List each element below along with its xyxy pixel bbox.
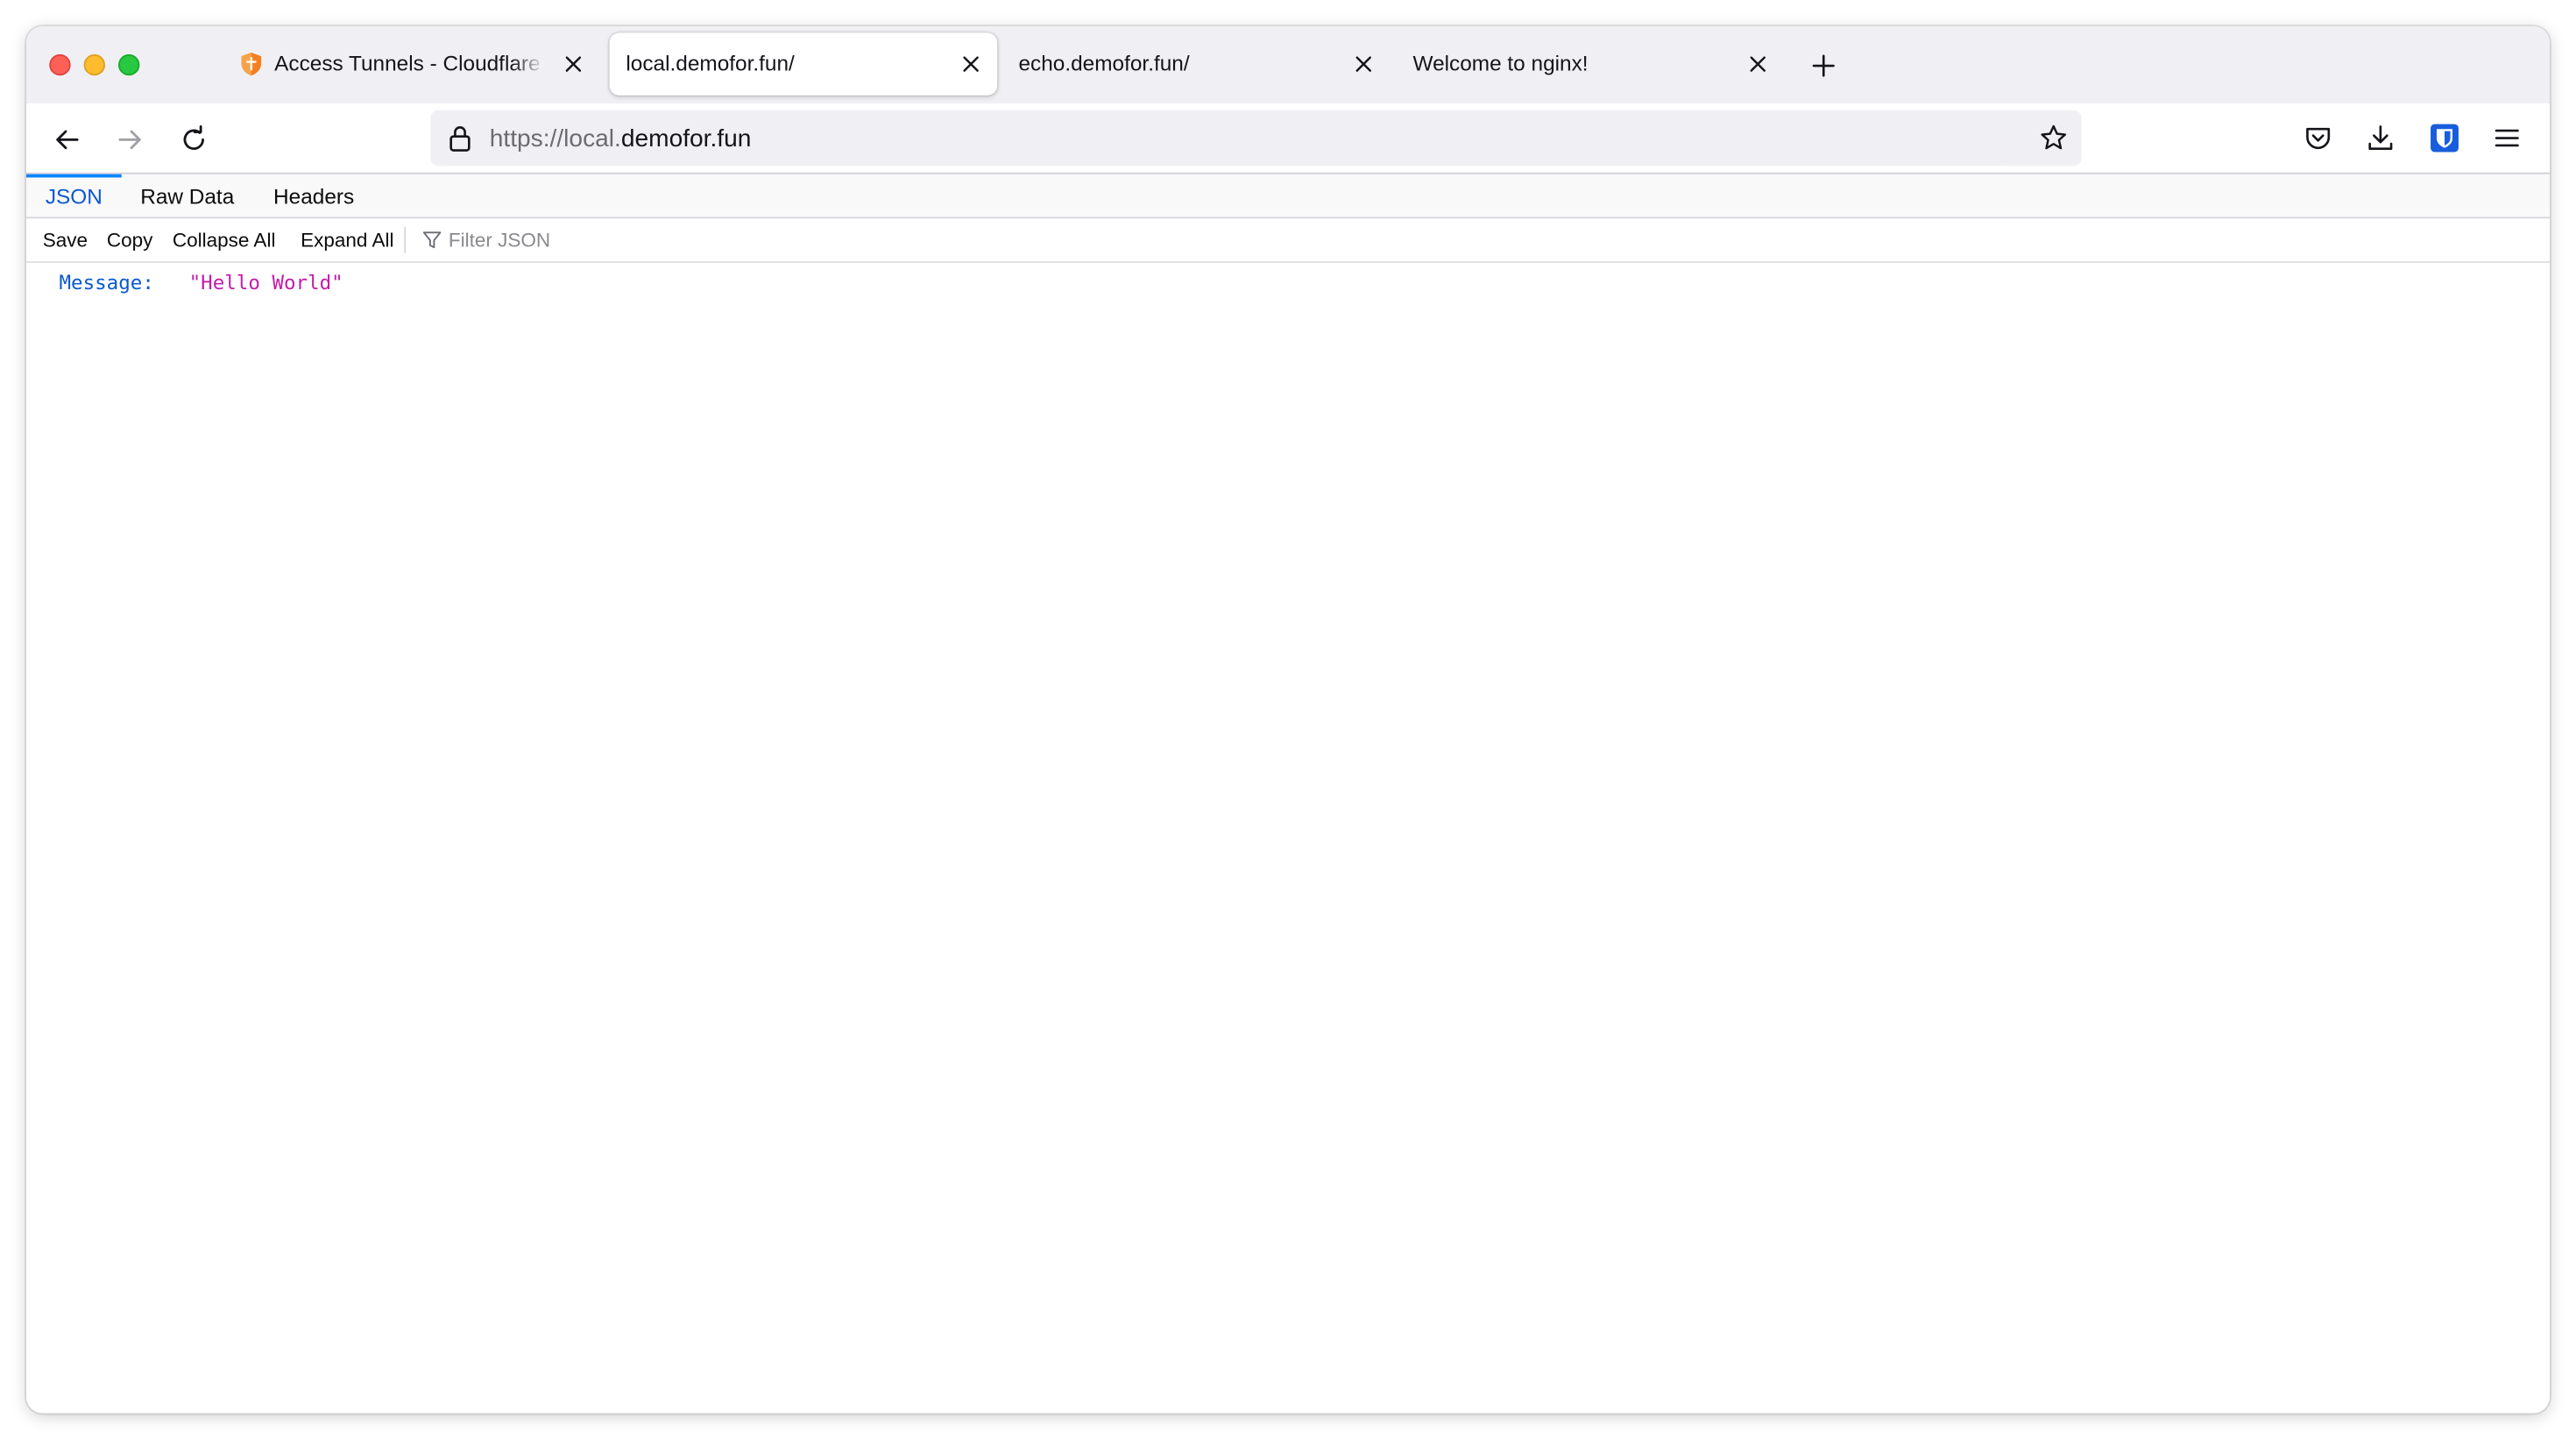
expand-all-button[interactable]: Expand All xyxy=(301,218,393,261)
tab-title: local.demofor.fun/ xyxy=(626,51,795,76)
browser-window: Access Tunnels - Cloudflare Zero Trust l… xyxy=(26,26,2550,1414)
zoom-window-button[interactable] xyxy=(118,53,140,76)
url-subdomain: local. xyxy=(563,124,621,153)
tab-echo-demofor[interactable]: echo.demofor.fun/ xyxy=(1002,33,1391,96)
json-key: Message: xyxy=(59,271,154,294)
tab-strip: Access Tunnels - Cloudflare Zero Trust l… xyxy=(26,26,2550,104)
tab-title: Access Tunnels - Cloudflare Zero Trust xyxy=(274,51,544,76)
back-arrow-icon[interactable] xyxy=(53,125,82,155)
navigation-toolbar: https://local.demofor.fun xyxy=(26,103,2550,174)
json-string-value: "Hello World" xyxy=(188,271,343,294)
close-tab-icon[interactable] xyxy=(1354,54,1374,74)
tab-title: Welcome to nginx! xyxy=(1412,51,1589,76)
url-scheme: https:// xyxy=(489,124,564,153)
hamburger-menu-icon[interactable] xyxy=(2492,124,2522,153)
filter-json-input[interactable] xyxy=(445,223,938,257)
bitwarden-icon[interactable] xyxy=(2430,124,2459,153)
close-tab-icon[interactable] xyxy=(563,54,584,74)
tab-local-demofor[interactable]: local.demofor.fun/ xyxy=(609,32,998,96)
bookmark-star-icon[interactable] xyxy=(2039,124,2069,153)
lock-icon[interactable] xyxy=(447,124,473,153)
collapse-all-button[interactable]: Collapse All xyxy=(173,218,276,261)
tab-headers[interactable]: Headers xyxy=(263,174,364,219)
close-tab-icon[interactable] xyxy=(1748,54,1768,74)
json-viewer-tabs: JSON Raw Data Headers xyxy=(26,174,2550,219)
json-row[interactable]: Message: "Hello World" xyxy=(26,266,683,296)
json-tree: Message: "Hello World" xyxy=(26,263,2550,1414)
save-button[interactable]: Save xyxy=(43,218,88,261)
close-window-button[interactable] xyxy=(49,53,71,76)
filter-funnel-icon xyxy=(422,231,442,249)
tab-access-tunnels[interactable]: Access Tunnels - Cloudflare Zero Trust xyxy=(212,33,600,96)
pocket-icon[interactable] xyxy=(2304,124,2333,153)
url-text[interactable]: https://local.demofor.fun xyxy=(490,125,752,153)
tab-raw-data[interactable]: Raw Data xyxy=(131,174,244,219)
download-icon[interactable] xyxy=(2366,124,2396,153)
address-bar[interactable]: https://local.demofor.fun xyxy=(430,110,2082,167)
toolbar-separator xyxy=(404,226,407,253)
json-viewer-toolbar: Save Copy Collapse All Expand All xyxy=(26,218,2550,263)
url-domain: demofor.fun xyxy=(620,124,752,153)
reload-icon[interactable] xyxy=(179,124,209,155)
cloudflare-shield-icon xyxy=(241,53,262,76)
tab-json[interactable]: JSON xyxy=(26,174,122,219)
new-tab-plus-icon[interactable] xyxy=(1812,54,1835,77)
tab-welcome-nginx[interactable]: Welcome to nginx! xyxy=(1397,33,1785,96)
minimize-window-button[interactable] xyxy=(83,53,105,76)
close-tab-icon[interactable] xyxy=(961,54,981,74)
copy-button[interactable]: Copy xyxy=(107,218,153,261)
forward-arrow-icon[interactable] xyxy=(115,125,145,155)
tab-title: echo.demofor.fun/ xyxy=(1018,51,1190,76)
